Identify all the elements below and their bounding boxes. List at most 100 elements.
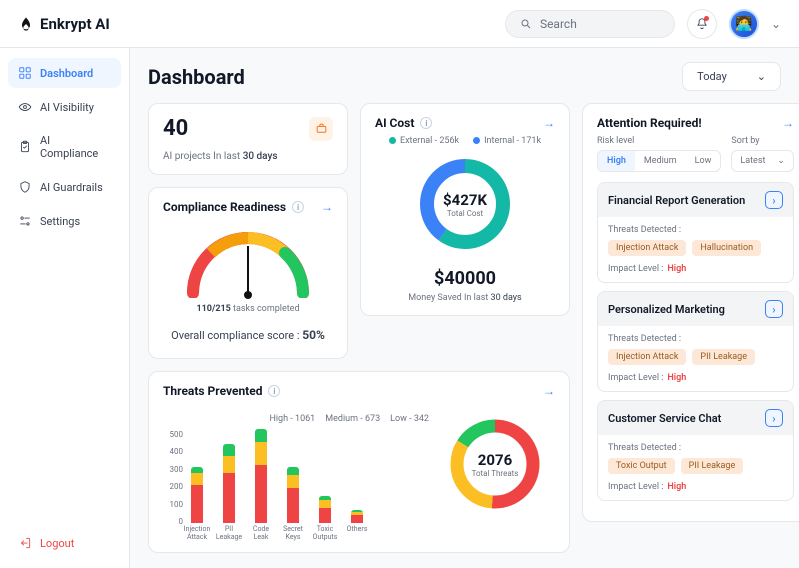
bar-column: PII Leakage	[219, 444, 239, 540]
bar-label: Secret Keys	[283, 526, 303, 540]
sidebar-item-dashboard[interactable]: Dashboard	[8, 58, 121, 88]
attention-item-title: Financial Report Generation	[608, 194, 745, 207]
sidebar-item-label: AI Guardrails	[40, 181, 103, 194]
threats-donut: 2076 Total Threats	[445, 414, 545, 514]
projects-caption: AI projects In last 30 days	[163, 151, 333, 162]
risk-low[interactable]: Low	[686, 151, 721, 171]
sidebar-item-settings[interactable]: Settings	[8, 206, 121, 236]
sidebar-item-compliance[interactable]: AI Compliance	[8, 126, 121, 168]
bar-column: Secret Keys	[283, 467, 303, 540]
money-saved: $40000	[375, 268, 555, 289]
shield-icon	[18, 180, 32, 194]
info-icon[interactable]: i	[420, 117, 432, 129]
flame-icon	[18, 16, 34, 32]
threat-tag: Toxic Output	[608, 458, 675, 474]
brand-logo: Enkrypt AI	[18, 15, 110, 33]
bar-label: Injection Attack	[184, 526, 211, 540]
arrow-right-icon[interactable]: →	[321, 200, 333, 214]
expand-button[interactable]: ›	[765, 409, 783, 427]
threat-tag: Injection Attack	[608, 349, 686, 365]
cost-donut: $427K Total Cost	[415, 154, 515, 254]
info-icon[interactable]: i	[292, 201, 304, 213]
logout-icon	[18, 536, 32, 550]
sort-select[interactable]: Latest⌄	[731, 150, 794, 172]
threats-bar-chart: 5004003002001000 Injection Attack PII Le…	[163, 430, 429, 540]
attention-item-head[interactable]: Financial Report Generation ›	[598, 183, 793, 217]
logout-button[interactable]: Logout	[8, 528, 121, 558]
main-content: Dashboard Today ⌄ 40 AI projects In la	[130, 48, 799, 568]
chevron-down-icon[interactable]: ⌄	[771, 17, 781, 31]
briefcase-icon	[309, 117, 333, 141]
search-icon	[520, 18, 532, 30]
risk-high[interactable]: High	[598, 151, 635, 171]
eye-icon	[18, 100, 32, 114]
cost-total: $427K	[443, 191, 487, 209]
compliance-title: Compliance Readiness	[163, 200, 286, 214]
sort-by-label: Sort by	[731, 136, 794, 146]
threats-detected-label: Threats Detected :	[608, 225, 783, 235]
threats-legend: High - 1061 Medium - 673 Low - 342	[163, 414, 429, 424]
money-saved-caption: Money Saved In last 30 days	[375, 293, 555, 303]
logout-label: Logout	[40, 537, 74, 550]
brand-name: Enkrypt AI	[40, 15, 110, 33]
page-title: Dashboard	[148, 65, 245, 89]
attention-item: Customer Service Chat › Threats Detected…	[597, 400, 794, 501]
period-label: Today	[697, 70, 727, 83]
impact-level: Impact Level :High	[608, 373, 783, 383]
threats-total-label: Total Threats	[472, 469, 519, 478]
avatar[interactable]: 🧑‍💻	[729, 9, 759, 39]
sidebar-item-guardrails[interactable]: AI Guardrails	[8, 172, 121, 202]
bar-column: Toxic Outputs	[315, 496, 335, 540]
expand-button[interactable]: ›	[765, 300, 783, 318]
arrow-right-icon[interactable]: →	[782, 116, 794, 130]
chevron-down-icon: ⌄	[757, 70, 766, 83]
bar-column: Others	[347, 510, 367, 540]
attention-item-title: Customer Service Chat	[608, 412, 721, 425]
expand-button[interactable]: ›	[765, 191, 783, 209]
sidebar-item-label: Dashboard	[40, 67, 93, 80]
notifications-button[interactable]	[687, 9, 717, 39]
threats-detected-label: Threats Detected :	[608, 334, 783, 344]
attention-item-title: Personalized Marketing	[608, 303, 725, 316]
search-input[interactable]: Search	[505, 10, 675, 38]
threats-card: Threats Prevented i → High - 1061 Medium…	[148, 371, 570, 553]
attention-title: Attention Required!	[597, 116, 702, 130]
bar-column: Code Leak	[251, 429, 271, 540]
projects-card: 40 AI projects In last 30 days	[148, 103, 348, 175]
sidebar-item-label: Settings	[40, 215, 80, 228]
ai-cost-title: AI Cost	[375, 116, 414, 130]
search-placeholder: Search	[540, 17, 577, 31]
threat-tag: Injection Attack	[608, 240, 686, 256]
grid-icon	[18, 66, 32, 80]
threat-tag: PII Leakage	[681, 458, 744, 474]
threat-tag: Hallucination	[692, 240, 761, 256]
arrow-right-icon[interactable]: →	[543, 116, 555, 130]
arrow-right-icon[interactable]: →	[543, 384, 555, 398]
bar-label: PII Leakage	[216, 526, 242, 540]
risk-level-label: Risk level	[597, 136, 721, 146]
bar-column: Injection Attack	[187, 467, 207, 540]
attention-item-head[interactable]: Personalized Marketing ›	[598, 292, 793, 326]
sidebar-item-label: AI Visibility	[40, 101, 94, 114]
period-select[interactable]: Today ⌄	[682, 62, 781, 91]
sliders-icon	[18, 214, 32, 228]
attention-card: Attention Required! → Risk level High Me…	[582, 103, 799, 522]
threat-tag: PII Leakage	[692, 349, 755, 365]
projects-count: 40	[163, 116, 188, 141]
threats-title: Threats Prevented	[163, 384, 262, 398]
attention-item: Personalized Marketing › Threats Detecte…	[597, 291, 794, 392]
attention-item-head[interactable]: Customer Service Chat ›	[598, 401, 793, 435]
risk-medium[interactable]: Medium	[635, 151, 686, 171]
bar-label: Code Leak	[251, 526, 271, 540]
bar-label: Others	[347, 526, 368, 540]
impact-level: Impact Level :High	[608, 264, 783, 274]
risk-level-segmented[interactable]: High Medium Low	[597, 150, 721, 172]
clipboard-icon	[18, 140, 32, 154]
threats-detected-label: Threats Detected :	[608, 443, 783, 453]
impact-level: Impact Level :High	[608, 482, 783, 492]
cost-total-label: Total Cost	[447, 209, 483, 218]
topbar: Enkrypt AI Search 🧑‍💻 ⌄	[0, 0, 799, 48]
info-icon[interactable]: i	[268, 385, 280, 397]
sidebar-item-visibility[interactable]: AI Visibility	[8, 92, 121, 122]
threats-total: 2076	[478, 451, 512, 469]
